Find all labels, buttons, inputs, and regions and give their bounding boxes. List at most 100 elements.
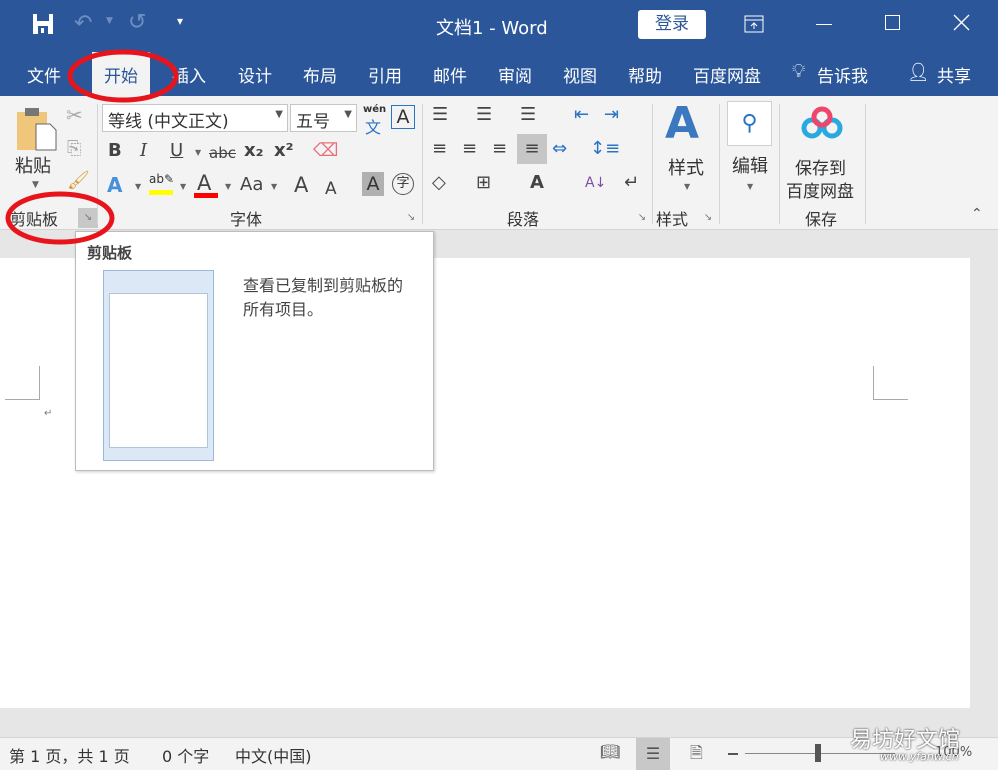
web-layout-icon[interactable]: 🗎 (690, 742, 703, 769)
multilevel-list-icon[interactable]: ☰ (520, 104, 536, 126)
word-count[interactable]: 0 个字 (162, 743, 209, 767)
bold-button[interactable]: B (108, 140, 122, 162)
align-center-icon[interactable]: ≡ (462, 138, 477, 160)
tooltip-description-line1: 查看已复制到剪贴板的 (243, 276, 404, 295)
font-color-button[interactable]: A (197, 172, 211, 194)
chevron-down-icon[interactable]: ▼ (225, 182, 231, 191)
paragraph-launcher-icon[interactable]: ↘ (635, 212, 649, 226)
minimize-icon[interactable] (816, 24, 832, 25)
chevron-down-icon[interactable]: ▼ (747, 182, 753, 191)
chevron-down-icon[interactable]: ▼ (135, 182, 141, 191)
tab-insert[interactable]: 插入 (172, 62, 206, 87)
tab-mailings[interactable]: 邮件 (433, 62, 467, 87)
clear-formatting-icon[interactable]: ⌫ (313, 140, 338, 162)
font-name-combo[interactable]: 等线 (中文正文) ▼ (102, 104, 288, 132)
page-count[interactable]: 第 1 页，共 1 页 (9, 743, 130, 767)
tab-view[interactable]: 视图 (563, 62, 597, 87)
cut-icon[interactable]: ✂ (66, 104, 83, 126)
chinese-layout-icon[interactable]: A (530, 172, 544, 194)
tab-baidu-netdisk[interactable]: 百度网盘 (693, 62, 761, 87)
save-icon[interactable] (32, 13, 54, 35)
tab-layout[interactable]: 布局 (303, 62, 337, 87)
distributed-icon[interactable]: ⇔ (552, 138, 567, 160)
tab-file[interactable]: 文件 (27, 62, 61, 87)
chevron-down-icon[interactable]: ▼ (684, 182, 690, 191)
login-button[interactable]: 登录 (638, 10, 706, 39)
styles-button[interactable]: 样式 (668, 154, 704, 180)
close-icon[interactable] (953, 14, 970, 31)
read-mode-icon[interactable]: 📖︎ (600, 742, 620, 761)
maximize-icon[interactable] (885, 15, 900, 30)
underline-dropdown-icon[interactable]: ▼ (195, 148, 201, 157)
highlight-icon[interactable]: ab✎ (149, 172, 174, 186)
font-name-value: 等线 (中文正文) (108, 112, 229, 132)
language-indicator[interactable]: 中文(中国) (235, 743, 312, 767)
character-shading-button[interactable]: A (362, 172, 384, 196)
styles-launcher-icon[interactable]: ↘ (701, 212, 715, 226)
undo-icon[interactable]: ↶ (74, 11, 92, 36)
font-color-bar (194, 193, 218, 198)
clipboard-group-label: 剪贴板 (10, 210, 59, 229)
increase-indent-icon[interactable]: ⇥ (604, 104, 619, 126)
justify-icon[interactable]: ≡ (517, 134, 547, 164)
line-spacing-icon[interactable]: ↕≡ (590, 138, 620, 160)
collapse-ribbon-icon[interactable]: ⌃ (971, 206, 983, 222)
redo-icon[interactable]: ↺ (128, 10, 146, 35)
customize-qat-icon[interactable]: ▾ (177, 14, 183, 28)
ribbon: 粘贴 ▼ ✂ ⎘ 🖌︎ 剪贴板 ↘ 等线 (中文正文) ▼ 五号 ▼ wén 文 A… (0, 96, 998, 230)
clipboard-launcher-icon[interactable]: ↘ (78, 208, 98, 228)
undo-dropdown-icon[interactable]: ▼ (106, 16, 113, 26)
lightbulb-icon: 💡︎ (792, 60, 806, 82)
tab-references[interactable]: 引用 (368, 62, 402, 87)
subscript-button[interactable]: x₂ (244, 140, 264, 162)
title-bar: ↶ ▼ ↺ ▾ 文档1 - Word 登录 (0, 0, 998, 52)
shading-icon[interactable]: ◇ (432, 172, 446, 194)
italic-button[interactable]: I (140, 140, 147, 162)
user-add-icon: 👤︎ (907, 62, 930, 83)
strikethrough-button[interactable]: abc (209, 142, 236, 164)
ribbon-display-icon[interactable] (744, 15, 764, 33)
share-button[interactable]: 共享 (937, 62, 971, 87)
editing-button[interactable]: 编辑 (732, 152, 768, 178)
format-painter-icon[interactable]: 🖌︎ (67, 170, 90, 192)
show-marks-icon[interactable]: ↵ (624, 172, 639, 194)
save-to-netdisk-line1[interactable]: 保存到 (795, 154, 846, 179)
font-size-combo[interactable]: 五号 ▼ (290, 104, 357, 132)
zoom-slider-thumb[interactable] (815, 744, 821, 762)
grow-font-button[interactable]: A (294, 174, 308, 196)
tab-review[interactable]: 审阅 (498, 62, 532, 87)
underline-button[interactable]: U (170, 140, 183, 162)
superscript-button[interactable]: x² (274, 140, 294, 162)
paste-button[interactable]: 粘贴 (15, 152, 51, 178)
paste-icon[interactable] (16, 106, 58, 152)
find-icon[interactable]: ⚲ (727, 101, 772, 146)
chevron-down-icon[interactable]: ▼ (271, 182, 277, 191)
save-to-netdisk-line2[interactable]: 百度网盘 (786, 177, 854, 202)
highlight-color-bar (149, 190, 173, 195)
borders-icon[interactable]: ⊞ (476, 172, 491, 194)
numbering-icon[interactable]: ☰ (476, 104, 492, 126)
align-left-icon[interactable]: ≡ (432, 138, 447, 160)
align-right-icon[interactable]: ≡ (492, 138, 507, 160)
vertical-scrollbar[interactable] (970, 230, 998, 737)
change-case-button[interactable]: Aa (240, 174, 263, 196)
print-layout-icon[interactable]: ☰ (636, 738, 670, 770)
tab-design[interactable]: 设计 (238, 62, 272, 87)
decrease-indent-icon[interactable]: ⇤ (574, 104, 589, 126)
chevron-down-icon[interactable]: ▼ (180, 182, 186, 191)
character-border-button[interactable]: A (391, 105, 415, 129)
tab-home[interactable]: 开始 (92, 52, 150, 96)
bullets-icon[interactable]: ☰ (432, 104, 448, 126)
paste-dropdown-icon[interactable]: ▼ (32, 180, 39, 190)
shrink-font-button[interactable]: A (325, 178, 337, 200)
enclose-characters-button[interactable]: 字 (392, 173, 414, 195)
sort-icon[interactable]: A↓ (585, 172, 606, 194)
phonetic-guide-button[interactable]: 文 (365, 114, 381, 138)
text-effects-button[interactable]: A (107, 174, 122, 196)
font-launcher-icon[interactable]: ↘ (404, 212, 418, 226)
tab-help[interactable]: 帮助 (628, 62, 662, 87)
zoom-out-icon[interactable] (728, 753, 738, 755)
tell-me-button[interactable]: 告诉我 (817, 62, 868, 87)
chevron-down-icon: ▼ (275, 109, 283, 120)
copy-icon[interactable]: ⎘ (67, 138, 81, 160)
